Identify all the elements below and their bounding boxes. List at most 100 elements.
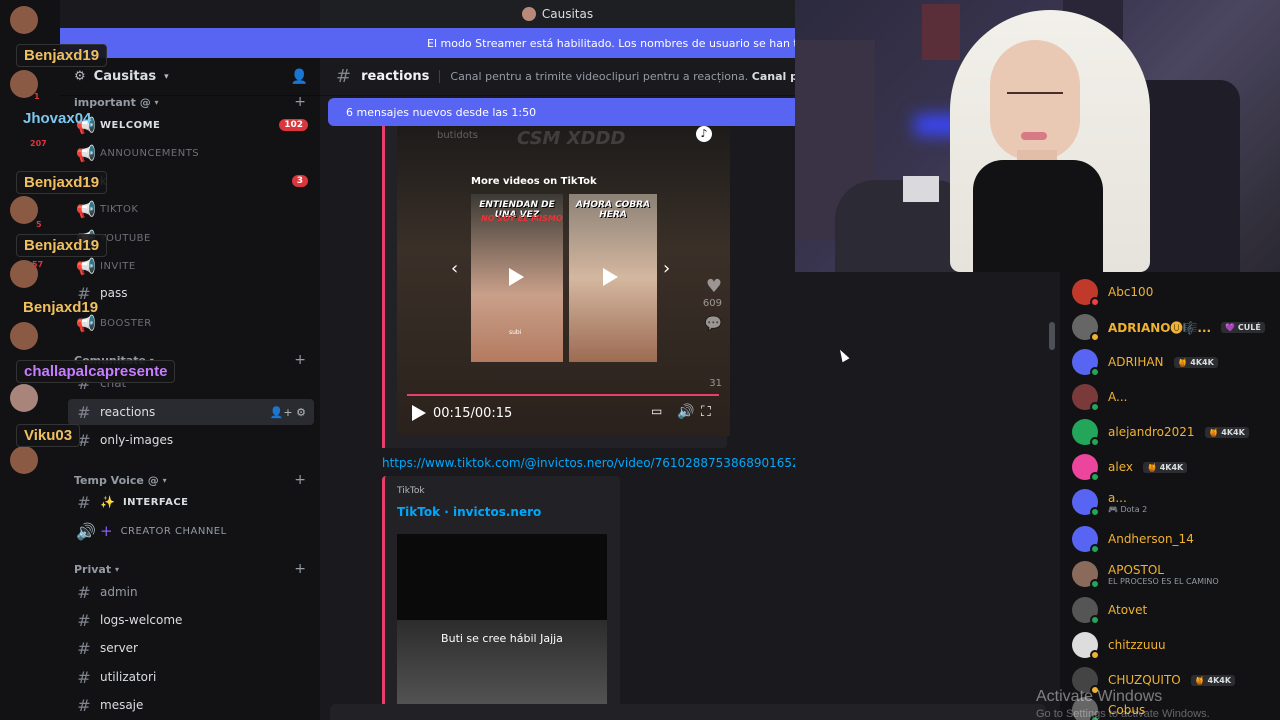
embed-provider: TikTok	[397, 486, 425, 496]
overlay-name-text: Benjaxd19	[23, 299, 99, 316]
rail-badge: 207	[30, 139, 47, 148]
play-icon[interactable]	[603, 268, 618, 286]
member-item[interactable]: Atovet	[1072, 593, 1278, 627]
channel-reactions[interactable]: # reactions 👤+ ⚙	[68, 399, 314, 425]
member-item[interactable]: Abc100	[1072, 275, 1278, 309]
member-tag: 🍯 4K4K	[1190, 674, 1236, 686]
plus-icon[interactable]: +	[294, 561, 306, 577]
hash-icon: #	[336, 66, 352, 87]
settings-icon[interactable]: 👤+ ⚙	[270, 406, 306, 419]
webcam-face	[990, 40, 1080, 160]
avatar	[1072, 349, 1100, 377]
discord-window: 1 207 5 57 Causitas El modo Streamer est…	[0, 0, 1280, 720]
thumbnail-caption: NO SOY EL MISMO	[481, 214, 563, 223]
channel-label: TIKTOK	[100, 203, 139, 215]
video-progress-bar[interactable]	[407, 394, 719, 396]
hash-icon: #	[77, 610, 91, 630]
member-name: alex	[1108, 460, 1133, 474]
category-label: important	[74, 95, 136, 109]
play-button[interactable]	[412, 405, 426, 421]
member-item[interactable]: alex 🍯 4K4K	[1072, 450, 1278, 484]
tiktok-video-player[interactable]: butidots CSM XDDD ♪ More videos on TikTo…	[397, 126, 730, 436]
channel-only-images[interactable]: # only-images	[68, 427, 314, 453]
member-item[interactable]: APOSTOL EL PROCESO ES EL CAMINO	[1072, 557, 1278, 591]
plus-icon[interactable]: +	[294, 94, 306, 110]
captions-icon[interactable]: ▭	[651, 404, 662, 418]
window-title: Causitas	[541, 7, 594, 21]
category-label: Temp Voice	[74, 473, 144, 487]
category-temp-voice[interactable]: Temp Voice @ ▾ +	[74, 472, 306, 488]
chevron-left-icon[interactable]: ‹	[451, 258, 458, 279]
embed-title[interactable]: TikTok · invictos.nero	[397, 505, 541, 519]
member-list: Abc100 ADRIANO🅤🎼... 💜 CULÉ ADRIHAN 🍯 4K4…	[1060, 272, 1280, 720]
channel-welcome[interactable]: 📢 WELCOME 102	[68, 112, 314, 138]
channel-label: server	[100, 641, 138, 655]
category-extra: @	[139, 95, 151, 109]
scrollbar[interactable]	[1049, 322, 1055, 350]
chevron-right-icon[interactable]: ›	[663, 258, 670, 279]
channel-creator[interactable]: 🔊 + CREATOR CHANNEL	[68, 518, 314, 544]
new-messages-text: 6 mensajes nuevos desde las 1:50	[346, 105, 537, 119]
member-item[interactable]: ADRIHAN 🍯 4K4K	[1072, 345, 1278, 379]
hash-icon: #	[77, 582, 91, 602]
overlay-chat-name: Jhovax04	[16, 108, 98, 129]
new-messages-bar[interactable]: 6 mensajes nuevos desde las 1:50	[328, 98, 795, 126]
embed-video[interactable]: Buti se cree hábil Jajja	[397, 534, 607, 720]
overlay-chat-name: Viku03	[16, 424, 81, 447]
member-item[interactable]: ADRIANO🅤🎼... 💜 CULÉ	[1072, 310, 1278, 344]
category-important[interactable]: important @ ▾ +	[74, 94, 306, 110]
play-icon[interactable]	[509, 268, 524, 286]
server-avatar[interactable]	[10, 322, 38, 350]
add-user-icon[interactable]: 👤	[291, 69, 308, 85]
channel-logs-welcome[interactable]: # logs-welcome	[68, 607, 314, 633]
overlay-chat-name: challapalcapresente	[16, 360, 176, 383]
channel-interface[interactable]: # ✨ INTERFACE	[68, 489, 314, 515]
overlay-name-text: Viku03	[24, 427, 73, 444]
channel-label: YOUTUBE	[100, 232, 151, 244]
channel-server[interactable]: # server	[68, 635, 314, 661]
hash-icon: #	[77, 695, 91, 715]
category-extra: @	[147, 473, 159, 487]
volume-icon[interactable]: 🔊	[677, 404, 694, 420]
channel-mesaje[interactable]: # mesaje	[68, 692, 314, 718]
channel-label: admin	[100, 585, 138, 599]
webcam-body	[973, 160, 1103, 272]
channel-admin[interactable]: # admin	[68, 579, 314, 605]
sparkle-icon: ✨	[100, 495, 115, 509]
member-item[interactable]: A...	[1072, 380, 1278, 414]
server-avatar[interactable]	[10, 196, 38, 224]
overlay-name-text: Benjaxd19	[24, 174, 100, 191]
member-item[interactable]: Andherson_14	[1072, 522, 1278, 556]
fullscreen-icon[interactable]: ⛶	[701, 404, 711, 420]
hash-icon: #	[77, 638, 91, 658]
member-tag: 🍯 4K4K	[1173, 356, 1218, 368]
video-subtitle: Buti se cree hábil Jajja	[441, 632, 563, 645]
channel-utilizatori[interactable]: # utilizatori	[68, 664, 314, 690]
overlay-chat-name: Benjaxd19	[16, 171, 108, 194]
heart-icon: ♥	[705, 276, 722, 297]
channel-label: utilizatori	[100, 670, 157, 684]
plus-icon[interactable]: +	[294, 352, 306, 368]
member-status: EL PROCESO ES EL CAMINO	[1108, 576, 1219, 586]
server-icon	[521, 7, 536, 21]
window-titlebar: Causitas	[320, 0, 795, 28]
member-item[interactable]: a... 🎮 Dota 2	[1072, 485, 1278, 519]
webcam-lips	[1021, 132, 1047, 140]
channel-tiktok[interactable]: 📢 TIKTOK	[68, 196, 314, 222]
channel-invite[interactable]: 📢 INVITE	[68, 253, 314, 279]
server-avatar[interactable]	[10, 384, 38, 412]
channel-topic[interactable]: Canal pentru a trimite videoclipuri pent…	[439, 70, 795, 83]
message-input-edge[interactable]	[330, 704, 1046, 720]
server-avatar[interactable]	[10, 446, 38, 474]
channel-name: reactions	[361, 69, 430, 84]
webcam-monitor	[903, 176, 939, 202]
server-avatar[interactable]	[10, 6, 38, 34]
plus-icon[interactable]: +	[294, 472, 306, 488]
member-item[interactable]: alejandro2021 🍯 4K4K	[1072, 415, 1278, 449]
more-videos-label: More videos on TikTok	[471, 176, 597, 187]
streamer-mode-banner: El modo Streamer está habilitado. Los no…	[60, 28, 795, 58]
channel-announcements[interactable]: 📢 ANNOUNCEMENTS	[68, 140, 314, 166]
channel-label: mesaje	[100, 698, 144, 712]
category-privat[interactable]: Privat ▾ +	[74, 561, 306, 577]
member-item[interactable]: chitzzuuu	[1072, 628, 1278, 662]
